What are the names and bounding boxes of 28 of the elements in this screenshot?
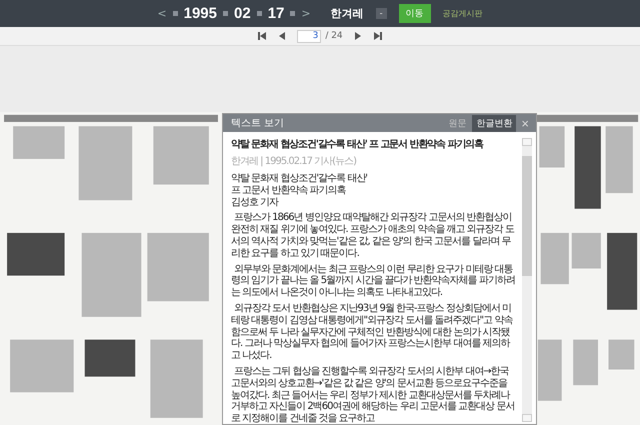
last-page-icon[interactable] — [372, 31, 383, 41]
dialog-title: 텍스트 보기 — [231, 117, 286, 130]
month-select[interactable]: 02 — [234, 5, 251, 22]
article-paragraph: 프랑스는 그뒤 협상을 진행할수록 외규장각 도서의 시한부 대여→한국 고문서와의 상호교환→'같은 값 같은 양'의 문서교환 등으로요구수준을 높여갔다. 최근 들어서는 우리 정부가 제시한 교환대상문서를 두차례나 거부하고 자신들이 2백60여권에 해당하는 우리 고문서를 교환대상 문서로 지정해이를 건네줄 것을 요구하고 — [231, 366, 516, 424]
day-select[interactable]: 17 — [268, 5, 284, 22]
scrollbar[interactable] — [522, 138, 532, 422]
next-page-icon[interactable] — [352, 31, 363, 41]
page-total: / 24 — [325, 31, 343, 41]
prev-page-icon[interactable] — [277, 31, 288, 41]
article-paragraph: 외무부와 문화계에서는 최근 프랑스의 이런 무리한 요구가 미테랑 대통령의 임기가 끝나는 올 5월까지 시간을 끌다가 반환약속자체를 파기하려는 의도에서 나온것이 아니냐는 의혹도 나타내고있다. — [231, 264, 516, 299]
next-date-button[interactable]: > — [301, 7, 311, 20]
view-tab[interactable]: 한글변환 — [472, 114, 516, 132]
article-headline: 약탈 문화재 협상조건'갈수록 태산' 프 고문서 반환약속 파기의혹 — [231, 138, 484, 151]
newspaper-name: 한겨레 — [330, 6, 364, 21]
article-meta: 한겨레 | 1995.02.17 기사(뉴스) — [231, 155, 358, 168]
lead-line: 김성호 기자 — [231, 196, 280, 208]
go-button[interactable]: 이동 — [398, 4, 431, 23]
board-link[interactable]: 공감게시판 — [442, 8, 483, 19]
first-page-icon[interactable] — [257, 31, 268, 41]
year-select[interactable]: 1995 — [184, 5, 217, 22]
close-button[interactable]: × — [518, 116, 532, 130]
lead-line: 프 고문서 반환약속 파기의혹 — [231, 184, 347, 197]
prev-date-button[interactable]: < — [157, 7, 167, 20]
newspaper-dropdown[interactable]: - — [376, 8, 387, 19]
article-paragraph: 프랑스가 1866년 병인양요 때약탈해간 외규장각 고문서의 반환협상이 완전히 재질 위기에 놓여있다. 프랑스가 애초의 약속을 깨고 외규장각 도서의 역사적 가치와 맞먹는'같은 값, 같은 양'의 한국 고문서를 달라며 무리한 요구를 하고 있기 때문이다. — [231, 212, 516, 260]
page-input[interactable]: 3 — [297, 30, 322, 42]
lead-line: 약탈 문화재 협상조건'갈수록 태산' — [231, 173, 368, 185]
article-paragraph: 외규장각 도서 반환협상은 지난93년 9월 한국-프랑스 정상회담에서 미테랑 대통령이 김영삼 대통령에게"외규장각 도서를 돌려주겠다"고 약속함으로써 두 나라 실무자간에 구체적인 반환방식에 대한 논의가 시작됐다. 그러나 막상실무자 협의에 들어가자 프랑스는시한부 대여를 제의하고 나섰다. — [231, 302, 514, 362]
